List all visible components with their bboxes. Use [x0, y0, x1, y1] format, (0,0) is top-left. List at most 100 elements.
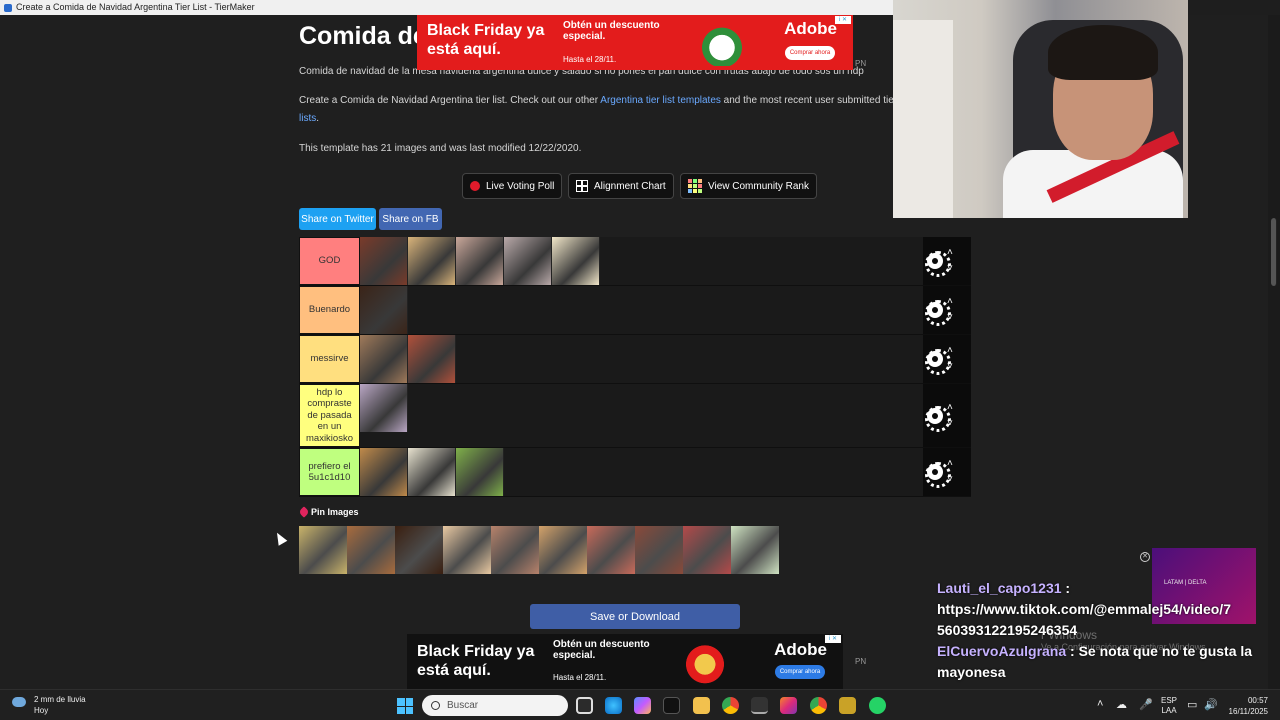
tier-item-image[interactable] [552, 237, 600, 285]
pool-item-image[interactable] [299, 526, 347, 574]
gear-icon[interactable] [925, 405, 951, 432]
obs-icon[interactable] [751, 697, 768, 714]
search-placeholder: Buscar [447, 700, 479, 711]
tier-label[interactable]: GOD [299, 237, 360, 285]
taskbar-clock[interactable]: 00:57 16/11/2025 [1229, 695, 1268, 717]
network-icon[interactable]: ▭ [1187, 698, 1197, 711]
pool-item-image[interactable] [443, 526, 491, 574]
gear-icon[interactable] [925, 251, 951, 277]
tier-label[interactable]: Buenardo [299, 286, 360, 334]
microphone-icon[interactable]: 🎤 [1139, 698, 1153, 711]
ad2-cta-button[interactable]: Comprar ahora [775, 665, 825, 679]
tier-items[interactable] [360, 286, 923, 334]
webcam-overlay [893, 0, 1188, 218]
volume-icon[interactable]: 🔊 [1204, 698, 1218, 711]
tier-row: GOD ˄˅ [299, 237, 971, 286]
close-icon[interactable]: ✕ [1140, 552, 1150, 562]
chevron-up-icon[interactable]: ˄ [1097, 698, 1103, 710]
chat-message: Lauti_el_capo1231 : https://www.tiktok.c… [937, 578, 1257, 641]
edge-browser-icon[interactable] [605, 697, 622, 714]
tier-controls: ˄˅ [923, 335, 971, 383]
tier-item-image[interactable] [456, 237, 504, 285]
share-facebook-button[interactable]: Share on FB [379, 208, 442, 230]
tier-item-image[interactable] [504, 237, 552, 285]
intro-end: . [316, 113, 320, 124]
tier-label[interactable]: messirve [299, 335, 360, 383]
chrome-icon[interactable] [722, 697, 739, 714]
scrollbar-thumb[interactable] [1271, 218, 1277, 286]
copilot-icon[interactable] [634, 697, 651, 714]
tier-item-image[interactable] [408, 237, 456, 285]
top-ad-banner[interactable]: Black Friday ya está aquí. Obtén un desc… [417, 15, 853, 70]
tier-item-image[interactable] [360, 335, 408, 383]
pool-item-image[interactable] [635, 526, 683, 574]
tier-controls: ˄˅ [923, 448, 971, 496]
tier-items[interactable] [360, 384, 923, 447]
tiktok-icon[interactable] [663, 697, 680, 714]
chrome-profile-icon[interactable] [810, 697, 827, 714]
ad-cta-button[interactable]: Comprar ahora [785, 46, 835, 60]
pool-item-image[interactable] [347, 526, 395, 574]
tier-row: Buenardo ˄˅ [299, 286, 971, 335]
window-titlebar: Create a Comida de Navidad Argentina Tie… [0, 0, 893, 15]
save-or-download-button[interactable]: Save or Download [530, 604, 740, 629]
pool-item-image[interactable] [539, 526, 587, 574]
share-twitter-button[interactable]: Share on Twitter [299, 208, 376, 230]
whatsapp-icon[interactable] [869, 697, 886, 714]
clock-date: 16/11/2025 [1228, 707, 1268, 716]
tier-colors-icon [688, 179, 702, 193]
pool-item-image[interactable] [731, 526, 779, 574]
bottom-ad-banner[interactable]: Black Friday ya está aquí. Obtén un desc… [407, 634, 843, 689]
tier-item-image[interactable] [360, 448, 408, 496]
tier-label[interactable]: hdp lo compraste de pasada en un maxikio… [299, 384, 360, 447]
gear-icon[interactable] [925, 300, 951, 326]
pool-item-image[interactable] [587, 526, 635, 574]
gear-icon[interactable] [925, 462, 951, 488]
pool-item-image[interactable] [683, 526, 731, 574]
tier-items[interactable] [360, 335, 923, 383]
tier-item-image[interactable] [408, 448, 456, 496]
tier-controls: ˄˅ [923, 384, 971, 447]
tier-controls: ˄˅ [923, 237, 971, 285]
app-icon[interactable] [839, 697, 856, 714]
tier-item-image[interactable] [360, 286, 408, 334]
argentina-templates-link[interactable]: Argentina tier list templates [600, 95, 721, 106]
intro-text: Create a Comida de Navidad Argentina tie… [299, 92, 899, 128]
pin-images-label: Pin Images [311, 507, 359, 517]
tier-list: GOD ˄˅ Buenardo ˄˅ messirve ˄˅ hdp lo comprast… [299, 237, 971, 497]
tier-item-image[interactable] [360, 384, 408, 432]
tier-row: hdp lo compraste de pasada en un maxikio… [299, 384, 971, 448]
pin-images-toggle[interactable]: Pin Images [298, 506, 359, 518]
ad-pn-label: PN [855, 59, 867, 68]
intro-mid: and the most recent user submitted tier [720, 95, 898, 106]
community-rank-button[interactable]: View Community Rank [680, 173, 817, 199]
windows-start-icon[interactable] [397, 698, 413, 714]
tier-item-image[interactable] [456, 448, 504, 496]
ad2-headline: Black Friday ya está aquí. [417, 643, 535, 679]
weather-widget[interactable]: 2 mm de lluvia Hoy [12, 694, 86, 716]
page-scrollbar[interactable] [1268, 15, 1280, 689]
gear-icon[interactable] [925, 349, 951, 375]
tier-item-image[interactable] [408, 335, 456, 383]
pool-item-image[interactable] [395, 526, 443, 574]
ad2-until: Hasta el 28/11. [553, 673, 607, 682]
tier-item-image[interactable] [360, 237, 408, 285]
alignment-chart-button[interactable]: Alignment Chart [568, 173, 674, 199]
ad-choices-icon[interactable]: i ✕ [835, 16, 851, 24]
tier-items[interactable] [360, 448, 923, 496]
live-voting-poll-button[interactable]: Live Voting Poll [462, 173, 563, 199]
taskbar-search[interactable]: Buscar [422, 695, 568, 716]
cloud-icon[interactable]: ☁ [1116, 698, 1127, 711]
tier-label[interactable]: prefiero el 5u1c1d10 [299, 448, 360, 496]
file-explorer-icon[interactable] [693, 697, 710, 714]
language-indicator[interactable]: ESP LAA [1161, 696, 1177, 716]
chat-overlay: Lauti_el_capo1231 : https://www.tiktok.c… [937, 578, 1257, 683]
task-view-icon[interactable] [576, 697, 593, 714]
window-title: Create a Comida de Navidad Argentina Tie… [16, 2, 255, 12]
user-lists-link[interactable]: lists [299, 113, 316, 124]
instagram-icon[interactable] [780, 697, 797, 714]
region-code: LAA [1161, 706, 1177, 715]
tier-items[interactable] [360, 237, 923, 285]
pool-item-image[interactable] [491, 526, 539, 574]
ad2-choices-icon[interactable]: i ✕ [825, 635, 841, 643]
